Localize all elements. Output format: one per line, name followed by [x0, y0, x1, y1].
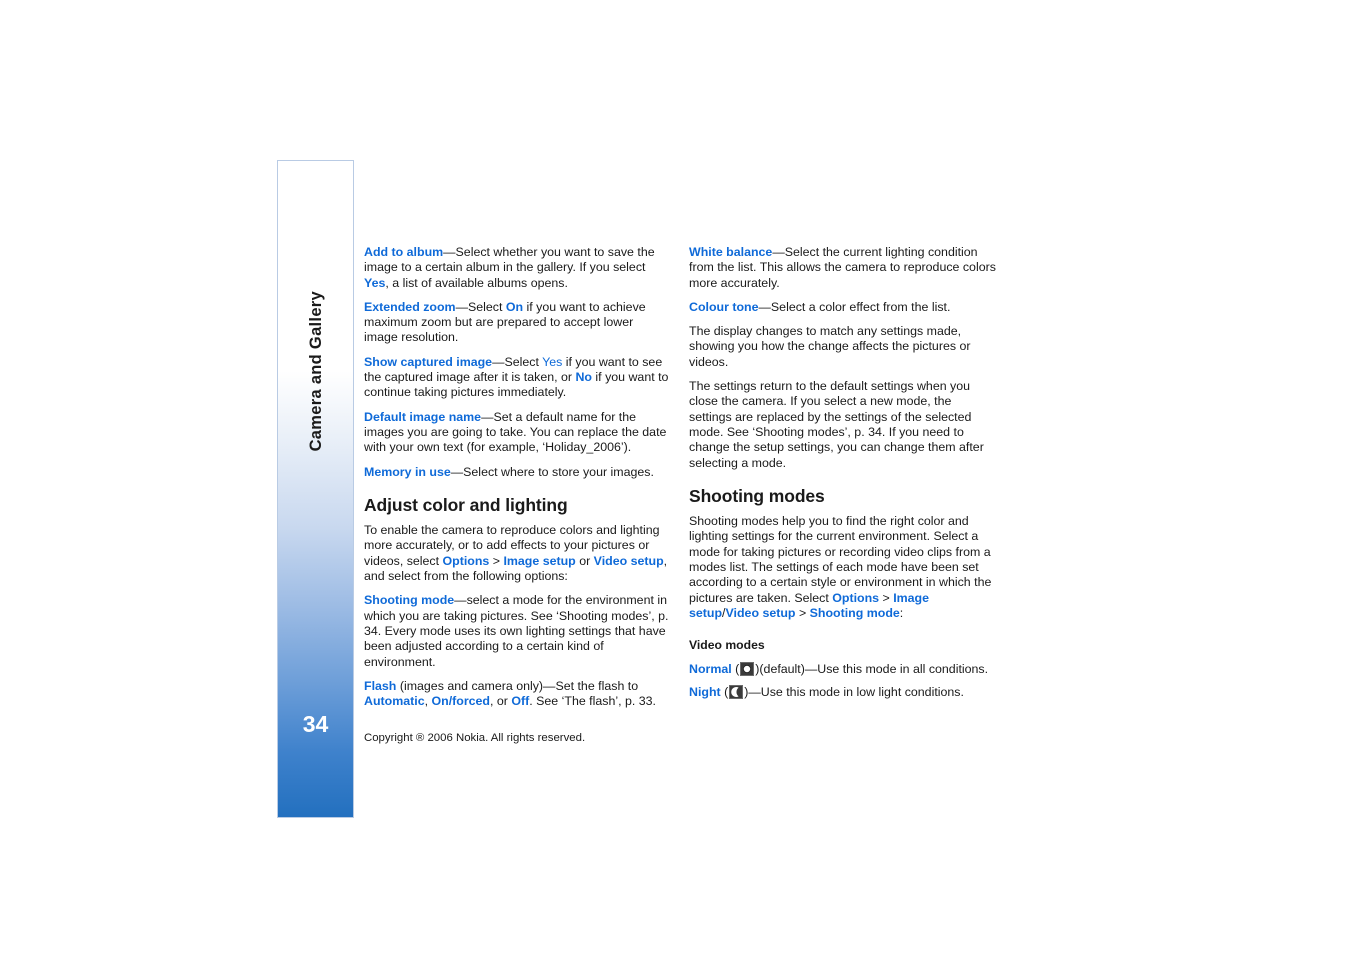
- body-text: , a list of available albums opens.: [385, 275, 568, 290]
- normal-mode-icon: [740, 661, 755, 676]
- body-text: —Select where to store your images.: [450, 464, 654, 479]
- ui-term: Yes: [542, 354, 563, 369]
- body-text: (images and camera only)—Set the flash t…: [396, 678, 639, 693]
- left-column-paragraph-group-top: Add to album—Select whether you want to …: [364, 245, 669, 480]
- ui-term: No: [575, 370, 592, 385]
- paragraph-flash: Flash (images and camera only)—Set the f…: [364, 679, 669, 710]
- ui-term: Show captured image: [364, 354, 493, 369]
- ui-term: Default image name: [364, 409, 482, 424]
- open-paren: (: [731, 661, 740, 676]
- paragraph-show-captured-image: Show captured image—Select Yes if you wa…: [364, 355, 669, 401]
- shooting-modes-intro-group: Shooting modes help you to find the righ…: [689, 514, 996, 621]
- section-heading-adjust-color-and-lighting: Adjust color and lighting: [364, 494, 568, 515]
- ui-term: Image setup: [503, 553, 576, 568]
- body-text: :: [899, 605, 904, 620]
- paragraph-memory-in-use: Memory in use—Select where to store your…: [364, 465, 669, 480]
- body-text: —Select: [492, 354, 543, 369]
- ui-term: Extended zoom: [364, 299, 456, 314]
- right-text-column: White balance—Select the current lightin…: [689, 245, 996, 708]
- video-mode-name: Normal: [689, 661, 732, 676]
- video-mode-description: (default)—Use this mode in all condition…: [759, 661, 989, 676]
- paragraph-shooting-modes-intro: Shooting modes help you to find the righ…: [689, 514, 996, 621]
- ui-term: Yes: [364, 275, 386, 290]
- video-modes-list: Normal ()(default)—Use this mode in all …: [689, 661, 996, 701]
- body-text: >: [489, 553, 504, 568]
- ui-term: Automatic: [364, 694, 425, 709]
- paragraph-add-to-album: Add to album—Select whether you want to …: [364, 245, 669, 291]
- chapter-tab: Camera and Gallery: [277, 160, 354, 818]
- copyright-notice: Copyright ® 2006 Nokia. All rights reser…: [364, 732, 586, 745]
- ui-term: Video setup: [725, 605, 796, 620]
- ui-term: Flash: [364, 678, 397, 693]
- ui-term: Memory in use: [364, 464, 451, 479]
- chapter-title-text: Camera and Gallery: [307, 290, 325, 452]
- body-text: The display changes to match any setting…: [689, 324, 971, 369]
- left-column-paragraph-group-bottom: To enable the camera to reproduce colors…: [364, 523, 669, 709]
- ui-term: Options: [442, 553, 490, 568]
- body-text: or: [575, 553, 594, 568]
- night-mode-icon: [729, 684, 744, 699]
- ui-term: Shooting mode: [809, 605, 900, 620]
- body-text: >: [879, 590, 894, 605]
- paragraph-extended-zoom: Extended zoom—Select On if you want to a…: [364, 300, 669, 346]
- body-text: —Select: [455, 299, 506, 314]
- ui-term: On/forced: [431, 694, 491, 709]
- body-text: . See ‘The flash’, p. 33.: [529, 694, 656, 709]
- ui-term: Video setup: [593, 553, 664, 568]
- ui-term: Options: [832, 590, 880, 605]
- paragraph-default-image-name: Default image name—Set a default name fo…: [364, 410, 669, 456]
- video-mode-night: Night ()—Use this mode in low light cond…: [689, 684, 996, 700]
- paragraph-white-balance: White balance—Select the current lightin…: [689, 245, 996, 291]
- paragraph-shooting-mode: Shooting mode—select a mode for the envi…: [364, 593, 669, 669]
- body-text: —Select a color effect from the list.: [758, 299, 951, 314]
- ui-term: Off: [511, 694, 530, 709]
- chapter-title: Camera and Gallery: [278, 161, 355, 581]
- paragraph-display-changes: The display changes to match any setting…: [689, 324, 996, 370]
- paragraph-settings-return: The settings return to the default setti…: [689, 379, 996, 471]
- ui-term: Shooting mode: [364, 593, 455, 608]
- left-text-column: Add to album—Select whether you want to …: [364, 245, 669, 747]
- ui-term: White balance: [689, 245, 773, 259]
- ui-term: On: [505, 299, 524, 314]
- video-mode-description: —Use this mode in low light conditions.: [748, 684, 964, 699]
- body-text: >: [795, 605, 810, 620]
- body-text: The settings return to the default setti…: [689, 379, 984, 470]
- sub-heading-video-modes: Video modes: [689, 638, 765, 653]
- paragraph-enable-camera: To enable the camera to reproduce colors…: [364, 523, 669, 584]
- ui-term: Colour tone: [689, 299, 759, 314]
- ui-term: Add to album: [364, 245, 444, 259]
- right-column-paragraph-group-top: White balance—Select the current lightin…: [689, 245, 996, 471]
- open-paren: (: [720, 684, 729, 699]
- paragraph-colour-tone: Colour tone—Select a color effect from t…: [689, 300, 996, 315]
- video-mode-normal: Normal ()(default)—Use this mode in all …: [689, 661, 996, 677]
- video-mode-name: Night: [689, 684, 721, 699]
- section-heading-shooting-modes: Shooting modes: [689, 485, 825, 506]
- body-text: , or: [490, 694, 512, 709]
